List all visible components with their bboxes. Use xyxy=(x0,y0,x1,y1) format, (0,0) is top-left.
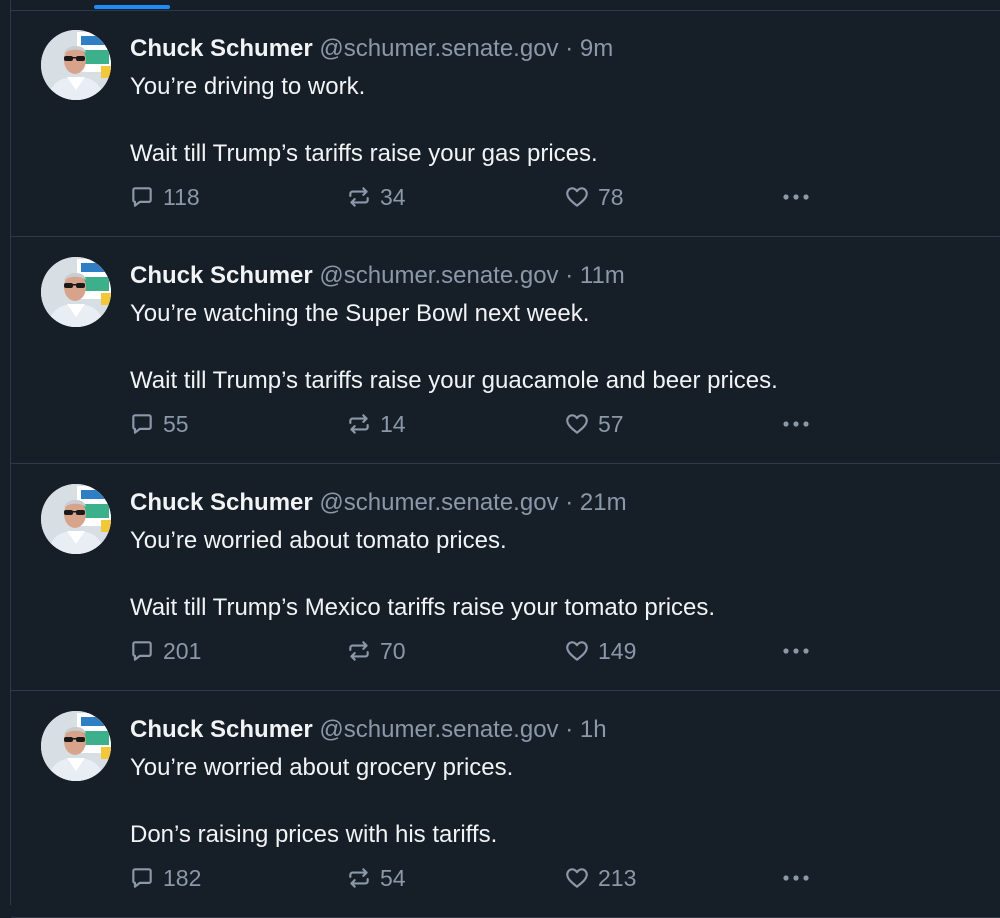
repost-icon xyxy=(349,868,369,888)
like-button[interactable]: 149 xyxy=(564,636,636,666)
reply-count: 201 xyxy=(163,638,202,664)
more-options-icon xyxy=(783,875,809,881)
like-count: 213 xyxy=(598,865,637,891)
post-text-line-2: Wait till Trump’s tariffs raise your gas… xyxy=(130,140,598,167)
reply-button[interactable]: 182 xyxy=(129,863,201,893)
more-options-icon xyxy=(783,194,809,200)
more-options-icon xyxy=(783,421,809,427)
post-timestamp[interactable]: 21m xyxy=(580,489,627,516)
post-text-line-1: You’re worried about tomato prices. xyxy=(130,527,507,554)
repost-button[interactable]: 34 xyxy=(346,182,406,212)
repost-count: 14 xyxy=(380,411,406,437)
like-button[interactable]: 57 xyxy=(564,409,624,439)
post-text-line-2: Wait till Trump’s Mexico tariffs raise y… xyxy=(130,594,716,621)
author-name[interactable]: Chuck Schumer xyxy=(130,35,313,62)
author-avatar[interactable] xyxy=(41,257,111,327)
post-header: Chuck Schumer @schumer.senate.gov · 9m xyxy=(130,34,613,64)
heart-icon xyxy=(566,868,588,888)
more-options-icon xyxy=(783,648,809,654)
repost-count: 34 xyxy=(380,184,406,210)
reply-count: 118 xyxy=(163,184,200,210)
repost-button[interactable]: 14 xyxy=(346,409,406,439)
post[interactable]: Chuck Schumer @schumer.senate.gov · 1h Y… xyxy=(11,691,1000,918)
post[interactable]: Chuck Schumer @schumer.senate.gov · 21m … xyxy=(11,464,1000,691)
author-avatar[interactable] xyxy=(41,711,111,781)
active-tab-indicator xyxy=(94,5,170,9)
like-count: 57 xyxy=(598,411,624,437)
repost-count: 70 xyxy=(380,638,406,664)
reply-button[interactable]: 55 xyxy=(129,409,189,439)
author-name[interactable]: Chuck Schumer xyxy=(130,489,313,516)
repost-icon xyxy=(349,187,369,207)
reply-icon xyxy=(132,414,152,434)
post-actions: 201 70 149 xyxy=(11,636,1000,666)
like-count: 78 xyxy=(598,184,624,210)
author-avatar[interactable] xyxy=(41,30,111,100)
post-header: Chuck Schumer @schumer.senate.gov · 1h xyxy=(130,715,607,745)
post[interactable]: Chuck Schumer @schumer.senate.gov · 9m Y… xyxy=(11,10,1000,237)
reply-icon xyxy=(132,868,152,888)
more-options-button[interactable] xyxy=(779,636,813,666)
reply-count: 55 xyxy=(163,411,189,437)
header-separator: · xyxy=(565,716,574,743)
post-text-line-1: You’re driving to work. xyxy=(130,73,366,100)
avatar-photo xyxy=(41,30,111,100)
header-separator: · xyxy=(565,262,574,289)
author-handle[interactable]: @schumer.senate.gov xyxy=(319,262,558,289)
heart-icon xyxy=(566,414,588,434)
post-timestamp[interactable]: 9m xyxy=(580,35,613,62)
repost-icon xyxy=(349,641,369,661)
avatar-photo xyxy=(41,711,111,781)
post-timestamp[interactable]: 1h xyxy=(580,716,607,743)
author-handle[interactable]: @schumer.senate.gov xyxy=(319,35,558,62)
post-text-line-1: You’re watching the Super Bowl next week… xyxy=(130,300,590,327)
post-feed: Chuck Schumer @schumer.senate.gov · 9m Y… xyxy=(10,0,1000,918)
heart-icon xyxy=(566,187,588,207)
post-text-line-2: Don’s raising prices with his tariffs. xyxy=(130,821,498,848)
post-timestamp[interactable]: 11m xyxy=(580,262,625,289)
more-options-button[interactable] xyxy=(779,863,813,893)
more-options-button[interactable] xyxy=(779,182,813,212)
post-header: Chuck Schumer @schumer.senate.gov · 11m xyxy=(130,261,625,291)
post-actions: 118 34 78 xyxy=(11,182,1000,212)
like-button[interactable]: 213 xyxy=(564,863,636,893)
reply-icon xyxy=(132,641,152,661)
header-separator: · xyxy=(565,35,574,62)
heart-icon xyxy=(566,641,588,661)
avatar-photo xyxy=(41,484,111,554)
avatar-photo xyxy=(41,257,111,327)
author-avatar[interactable] xyxy=(41,484,111,554)
header-separator: · xyxy=(565,489,574,516)
like-button[interactable]: 78 xyxy=(564,182,624,212)
repost-button[interactable]: 54 xyxy=(346,863,406,893)
post-text-line-1: You’re worried about grocery prices. xyxy=(130,754,514,781)
reply-count: 182 xyxy=(163,865,202,891)
repost-button[interactable]: 70 xyxy=(346,636,406,666)
post-header: Chuck Schumer @schumer.senate.gov · 21m xyxy=(130,488,627,518)
author-handle[interactable]: @schumer.senate.gov xyxy=(319,716,558,743)
author-handle[interactable]: @schumer.senate.gov xyxy=(319,489,558,516)
reply-button[interactable]: 201 xyxy=(129,636,201,666)
post[interactable]: Chuck Schumer @schumer.senate.gov · 11m … xyxy=(11,237,1000,464)
post-text-line-2: Wait till Trump’s tariffs raise your gua… xyxy=(130,367,778,394)
post-actions: 55 14 57 xyxy=(11,409,1000,439)
repost-icon xyxy=(349,414,369,434)
more-options-button[interactable] xyxy=(779,409,813,439)
reply-button[interactable]: 118 xyxy=(129,182,200,212)
post-actions: 182 54 213 xyxy=(11,863,1000,893)
reply-icon xyxy=(132,187,152,207)
author-name[interactable]: Chuck Schumer xyxy=(130,716,313,743)
like-count: 149 xyxy=(598,638,637,664)
repost-count: 54 xyxy=(380,865,406,891)
author-name[interactable]: Chuck Schumer xyxy=(130,262,313,289)
